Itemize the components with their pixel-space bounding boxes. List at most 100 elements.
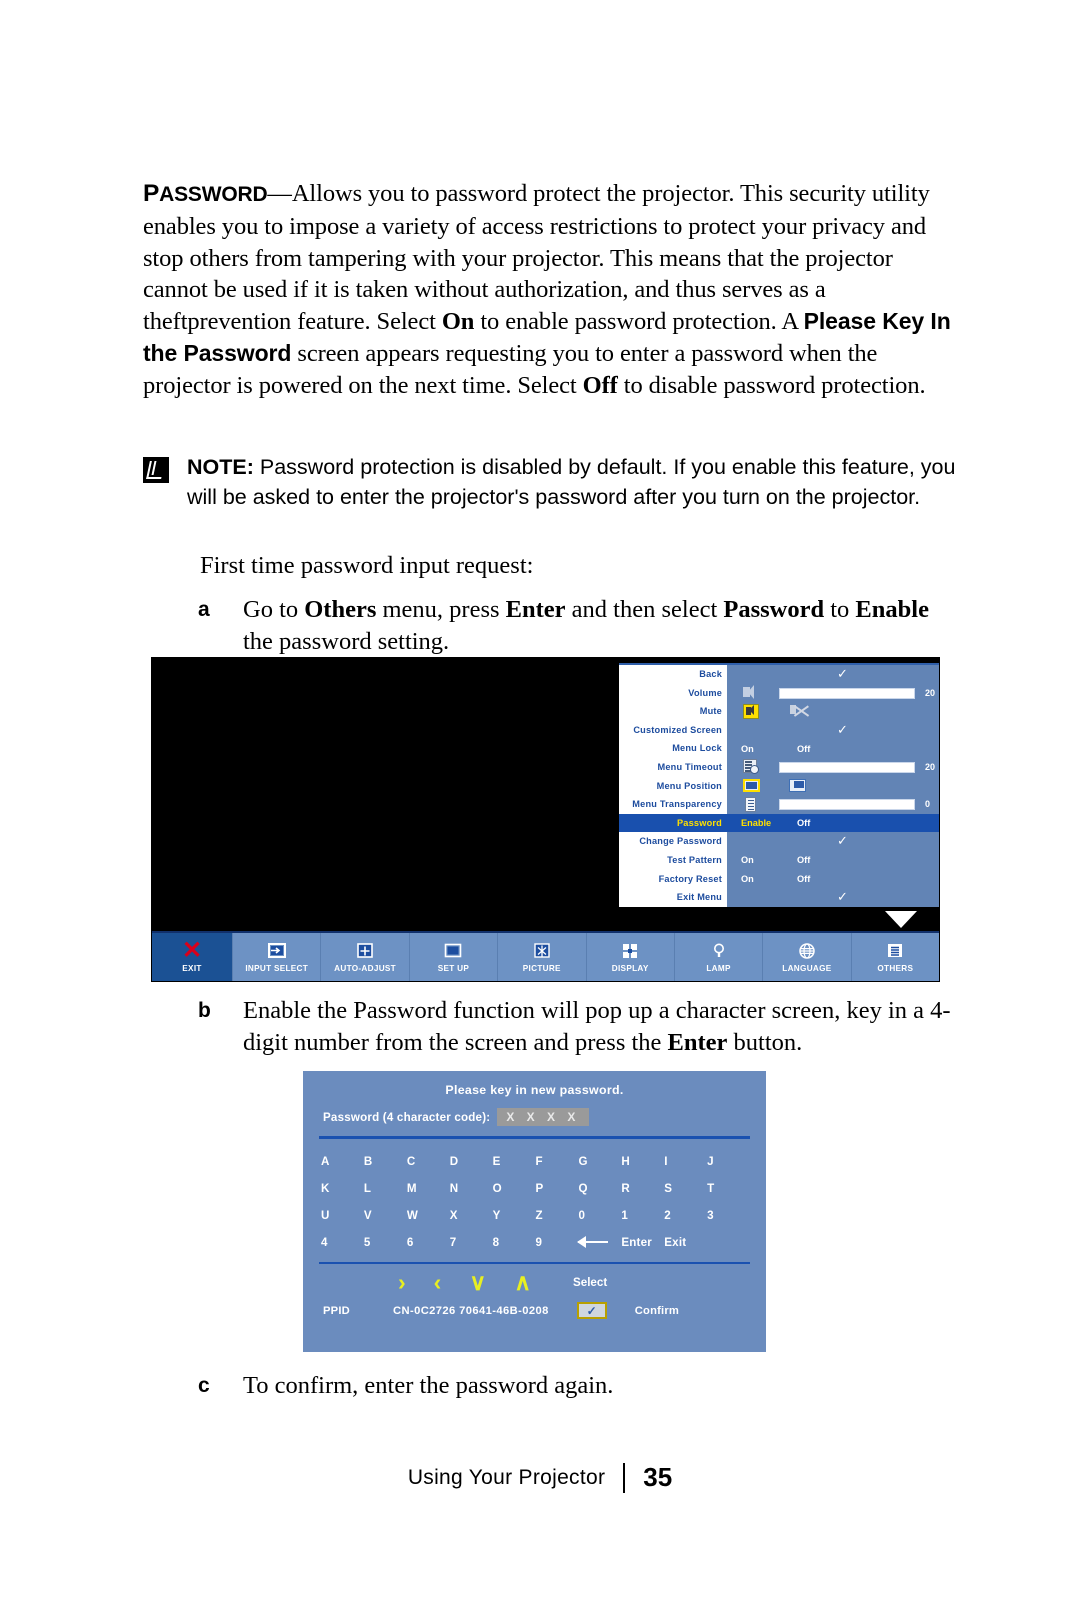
key-m[interactable]: M (407, 1182, 450, 1195)
menu-lock-off-option[interactable]: Off (797, 744, 810, 754)
step-a-body: Go to Others menu, press Enter and then … (243, 594, 963, 658)
nav-right-icon[interactable]: › (398, 1271, 406, 1294)
key-a[interactable]: A (321, 1155, 364, 1168)
key-x[interactable]: X (450, 1209, 493, 1222)
key-2[interactable]: 2 (664, 1209, 707, 1222)
key-o[interactable]: O (493, 1182, 536, 1195)
key-v[interactable]: V (364, 1209, 407, 1222)
key-t[interactable]: T (707, 1182, 750, 1195)
confirm-checkbox[interactable]: ✓ (576, 1302, 607, 1319)
key-q[interactable]: Q (578, 1182, 621, 1195)
key-c[interactable]: C (407, 1155, 450, 1168)
osd-row-volume[interactable]: Volume 20 (619, 683, 939, 703)
nav-up-icon[interactable]: ∧ (514, 1271, 531, 1294)
password-off-option[interactable]: Off (797, 818, 810, 828)
auto-adjust-icon (355, 941, 375, 961)
toolbar-item-others[interactable]: OTHERS (852, 933, 939, 981)
key-s[interactable]: S (664, 1182, 707, 1195)
osd-value-test-pattern: On Off (727, 851, 939, 870)
key-i[interactable]: I (664, 1155, 707, 1168)
key-u[interactable]: U (321, 1209, 364, 1222)
picture-icon (532, 941, 552, 961)
toolbar-item-exit[interactable]: ✕ EXIT (152, 933, 233, 981)
key-exit[interactable]: Exit (664, 1236, 707, 1249)
osd-row-password[interactable]: Password Enable Off (619, 813, 939, 833)
osd-row-exit-menu[interactable]: Exit Menu ✓ (619, 888, 939, 907)
nav-down-icon[interactable]: ∨ (469, 1271, 486, 1294)
checkmark-icon: ✓ (837, 889, 848, 905)
key-e[interactable]: E (493, 1155, 536, 1168)
paragraph-text-b: to enable password protection. A (474, 308, 804, 336)
osd-row-back[interactable]: Back ✓ (619, 665, 939, 684)
key-1[interactable]: 1 (621, 1209, 664, 1222)
menu-lock-on-option[interactable]: On (741, 744, 754, 754)
key-w[interactable]: W (407, 1209, 450, 1222)
key-j[interactable]: J (707, 1155, 750, 1168)
key-k[interactable]: K (321, 1182, 364, 1195)
toolbar-item-input-select[interactable]: INPUT SELECT (233, 933, 322, 981)
key-6[interactable]: 6 (407, 1236, 450, 1249)
key-f[interactable]: F (536, 1155, 579, 1168)
position-icon[interactable] (743, 778, 760, 793)
key-8[interactable]: 8 (493, 1236, 536, 1249)
page-number: 35 (643, 1462, 673, 1492)
toolbar-item-set-up[interactable]: SET UP (410, 933, 499, 981)
osd-row-change-password[interactable]: Change Password ✓ (619, 832, 939, 851)
password-enable-option[interactable]: Enable (741, 818, 771, 828)
key-4[interactable]: 4 (321, 1236, 364, 1249)
navigation-hints: › ‹ ∨ ∧ Select (303, 1271, 766, 1294)
key-g[interactable]: G (578, 1155, 621, 1168)
factory-reset-off-option[interactable]: Off (797, 874, 810, 884)
toolbar-item-display[interactable]: DISPLAY (587, 933, 675, 981)
menu-timeout-slider[interactable] (779, 761, 915, 773)
key-b[interactable]: B (364, 1155, 407, 1168)
key-p[interactable]: P (536, 1182, 579, 1195)
key-9[interactable]: 9 (536, 1236, 579, 1249)
key-d[interactable]: D (450, 1155, 493, 1168)
test-pattern-on-option[interactable]: On (741, 855, 754, 865)
ppid-label: PPID (323, 1304, 350, 1317)
osd-row-menu-timeout[interactable]: Menu Timeout 20 (619, 757, 939, 777)
key-backspace[interactable] (577, 1236, 621, 1249)
osd-label-change-password: Change Password (619, 832, 727, 851)
osd-row-menu-position[interactable]: Menu Position (619, 776, 939, 796)
key-5[interactable]: 5 (364, 1236, 407, 1249)
password-input[interactable]: X X X X (497, 1108, 589, 1126)
key-z[interactable]: Z (536, 1209, 579, 1222)
key-r[interactable]: R (621, 1182, 664, 1195)
key-y[interactable]: Y (493, 1209, 536, 1222)
test-pattern-off-option[interactable]: Off (797, 855, 810, 865)
key-0[interactable]: 0 (578, 1209, 621, 1222)
factory-reset-on-option[interactable]: On (741, 874, 754, 884)
key-n[interactable]: N (450, 1182, 493, 1195)
menu-transparency-value: 0 (925, 799, 931, 810)
osd-row-menu-transparency[interactable]: Menu Transparency 0 (619, 795, 939, 814)
osd-row-menu-lock[interactable]: Menu Lock On Off (619, 739, 939, 758)
step-b-text-b: button. (727, 1029, 803, 1056)
nav-left-icon[interactable]: ‹ (434, 1271, 442, 1294)
toolbar-item-language[interactable]: LANGUAGE (763, 933, 852, 981)
step-a-text-d: to (824, 596, 856, 623)
osd-row-factory-reset[interactable]: Factory Reset On Off (619, 869, 939, 889)
key-3[interactable]: 3 (707, 1209, 750, 1222)
volume-slider[interactable] (779, 687, 915, 699)
toolbar-label-lamp: LAMP (706, 964, 731, 973)
toolbar-item-picture[interactable]: PICTURE (498, 933, 587, 981)
key-7[interactable]: 7 (450, 1236, 493, 1249)
menu-transparency-slider[interactable] (779, 799, 915, 811)
key-enter[interactable]: Enter (621, 1236, 664, 1249)
osd-others-menu[interactable]: Back ✓ Volume 20 Mute Customized Screen … (619, 663, 939, 907)
divider-top (319, 1136, 750, 1139)
key-l[interactable]: L (364, 1182, 407, 1195)
osd-row-mute[interactable]: Mute (619, 702, 939, 721)
toolbar-label-auto-adjust: AUTO-ADJUST (334, 964, 396, 973)
toolbar-item-lamp[interactable]: LAMP (675, 933, 764, 981)
osd-row-customized-screen[interactable]: Customized Screen ✓ (619, 720, 939, 740)
toolbar-item-auto-adjust[interactable]: AUTO-ADJUST (321, 933, 410, 981)
key-h[interactable]: H (621, 1155, 664, 1168)
position-alt-icon[interactable] (789, 779, 806, 793)
step-a-letter: a (198, 598, 210, 621)
osd-row-test-pattern[interactable]: Test Pattern On Off (619, 850, 939, 870)
note-pencil-icon (143, 457, 169, 483)
scroll-down-arrow-icon[interactable] (885, 911, 917, 928)
